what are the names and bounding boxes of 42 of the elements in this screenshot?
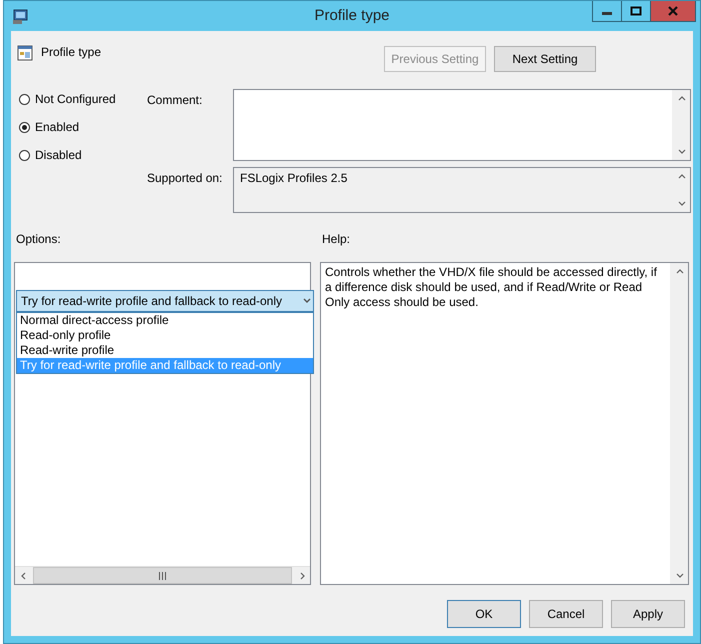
next-setting-button[interactable]: Next Setting xyxy=(494,46,596,72)
caret-up-icon xyxy=(676,172,686,181)
dialog-button[interactable]: OK xyxy=(447,600,521,628)
dialog-button[interactable]: Apply xyxy=(611,600,685,628)
supported-on-value: FSLogix Profiles 2.5 xyxy=(240,171,348,185)
scrollbar-thumb[interactable] xyxy=(33,567,292,584)
window-title: Profile type xyxy=(314,7,390,24)
close-button[interactable] xyxy=(650,1,696,22)
grip-icon xyxy=(158,572,167,580)
radio-button[interactable] xyxy=(19,94,30,104)
dialog-button[interactable]: Cancel xyxy=(529,600,603,628)
setting-title: Profile type xyxy=(41,45,102,61)
caret-down-icon xyxy=(674,571,684,580)
close-icon xyxy=(667,6,679,16)
radio-option[interactable]: Enabled xyxy=(19,120,80,134)
policy-setting-icon xyxy=(17,45,33,61)
maximize-icon xyxy=(630,6,642,16)
minimize-button[interactable] xyxy=(592,1,622,22)
profile-type-dropdown[interactable]: Try for read-write profile and fallback to read-only xyxy=(16,290,314,312)
radio-button[interactable] xyxy=(19,122,30,132)
radio-option[interactable]: Not Configured xyxy=(19,92,116,106)
radio-label: Disabled xyxy=(35,148,82,162)
options-label: Options: xyxy=(16,232,62,246)
radio-option[interactable]: Disabled xyxy=(19,148,82,162)
radio-label: Not Configured xyxy=(35,92,116,106)
dropdown-option[interactable]: Read-only profile xyxy=(17,328,313,343)
comment-field[interactable] xyxy=(233,89,691,161)
horizontal-scrollbar[interactable] xyxy=(15,566,310,584)
computer-icon xyxy=(12,7,30,25)
caret-up-icon xyxy=(674,267,684,276)
help-text: Controls whether the VHD/X file should be accessed directly, if a difference disk should be used, and if Read/Write or Read Only access should be used. xyxy=(325,265,658,310)
caret-left-icon xyxy=(18,571,28,580)
caret-down-icon xyxy=(676,199,686,208)
dropdown-option[interactable]: Normal direct-access profile xyxy=(17,313,313,328)
dropdown-option[interactable]: Read-write profile xyxy=(17,343,313,358)
caret-down-icon xyxy=(676,147,686,156)
radio-button[interactable] xyxy=(19,150,30,160)
comment-label: Comment: xyxy=(147,92,202,107)
radio-label: Enabled xyxy=(35,120,80,134)
help-label: Help: xyxy=(322,232,350,246)
supported-on-label: Supported on: xyxy=(147,170,222,185)
caret-up-icon xyxy=(676,94,686,103)
